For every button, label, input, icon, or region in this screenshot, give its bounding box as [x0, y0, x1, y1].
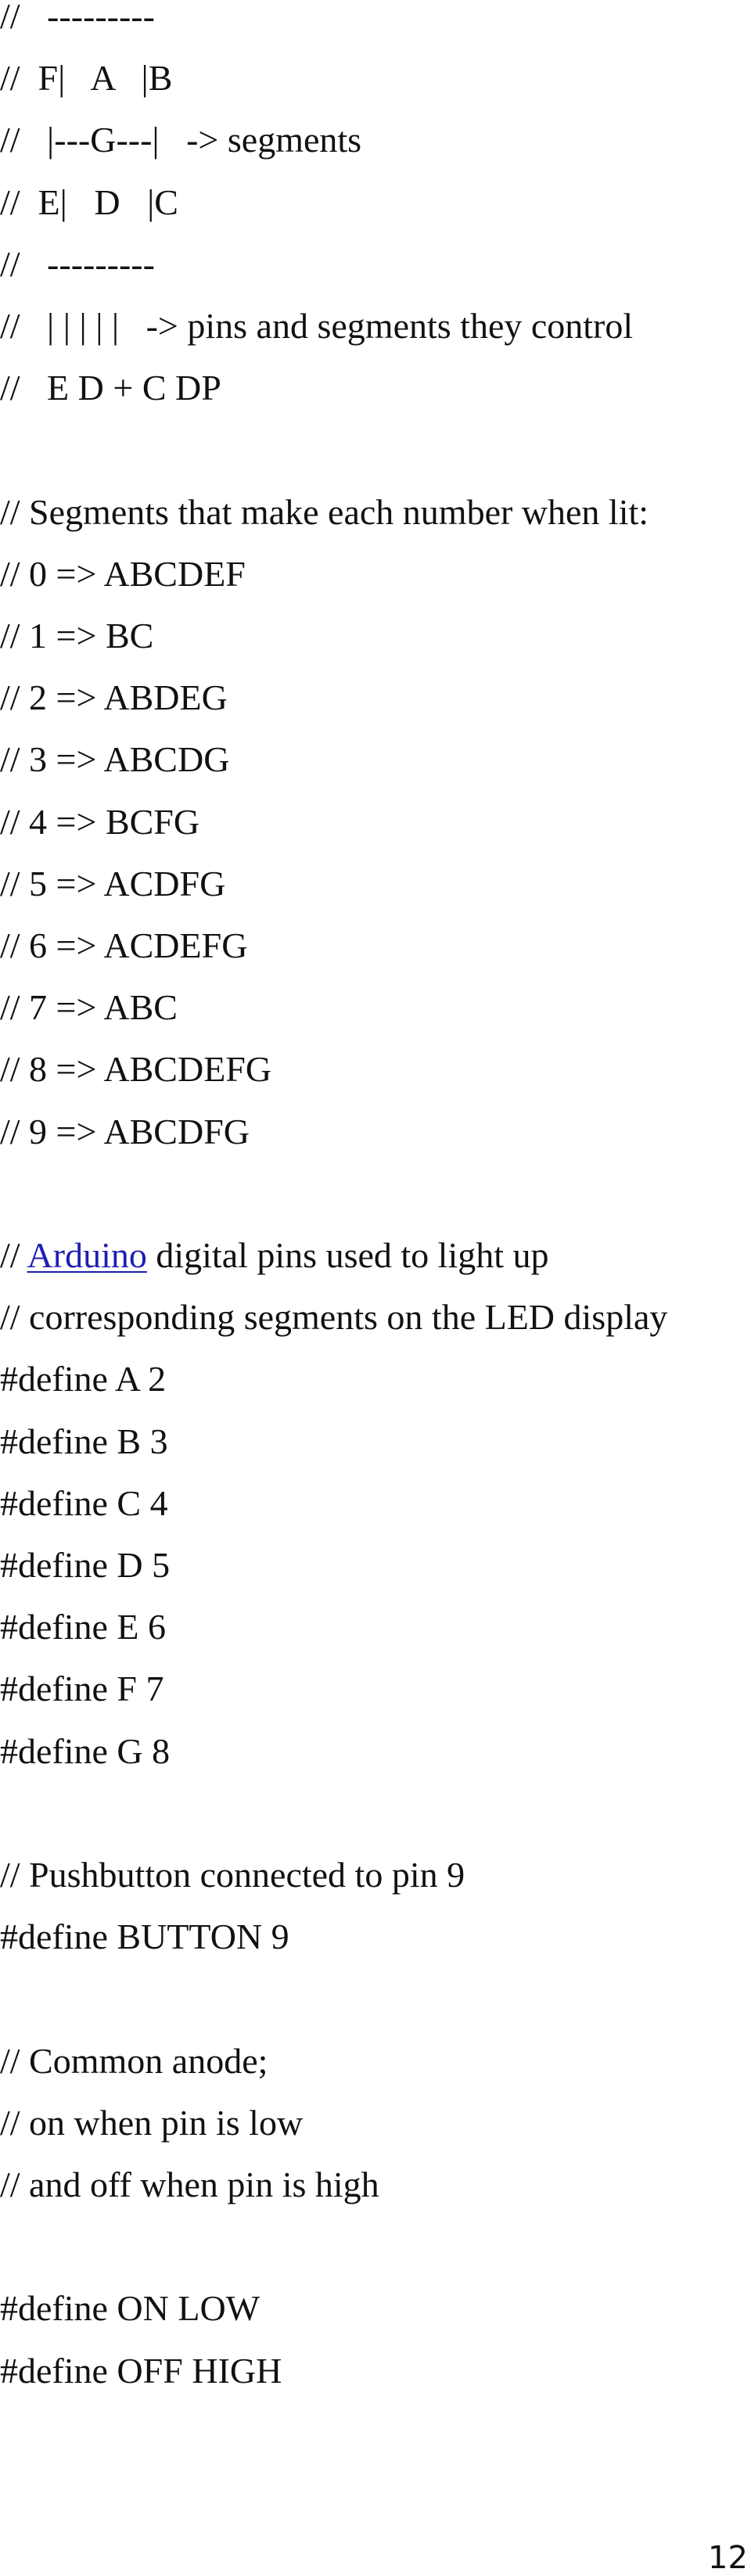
code-text: // E D + C DP	[0, 368, 221, 408]
code-text: // 4 => BCFG	[0, 801, 200, 842]
code-text: #define D 5	[0, 1545, 171, 1585]
code-text: #define G 8	[0, 1730, 171, 1771]
code-line: // 1 => BC	[0, 618, 153, 680]
code-text: // 1 => BC	[0, 616, 154, 656]
code-text: // ---------	[0, 243, 155, 284]
code-text: //	[0, 1235, 27, 1275]
code-text: // and off when pin is high	[0, 2165, 379, 2204]
code-line: // 4 => BCFG	[0, 801, 200, 866]
code-text: // 9 => ABCDFG	[0, 1111, 250, 1151]
code-line: // 8 => ABCDEFG	[0, 1051, 271, 1113]
code-line: // 0 => ABCDEF	[0, 553, 246, 618]
code-line: #define BUTTON 9	[0, 1919, 289, 1981]
code-line: // 2 => ABDEG	[0, 680, 228, 742]
code-text: #define B 3	[0, 1421, 168, 1461]
code-line: #define ON LOW	[0, 2290, 260, 2352]
code-text: // Common anode;	[0, 2040, 268, 2081]
code-line: // E| D |C	[0, 181, 178, 246]
code-line: // F| A |B	[0, 60, 172, 122]
code-text: #define C 4	[0, 1482, 168, 1523]
code-line: // 6 => ACDEFG	[0, 928, 247, 990]
code-line: // on when pin is low	[0, 2102, 304, 2167]
code-text: digital pins used to light up	[146, 1235, 549, 1275]
code-line: // Common anode;	[0, 2040, 268, 2105]
document-page: // --------- // F| A |B // |---G---| -> se…	[0, 0, 751, 2574]
code-text: // Segments that make each number when l…	[0, 491, 649, 532]
code-text: #define F 7	[0, 1669, 164, 1709]
code-text: // 7 => ABC	[0, 987, 178, 1028]
code-line: #define OFF HIGH	[0, 2350, 282, 2415]
code-line: // Segments that make each number when l…	[0, 494, 649, 556]
code-line: #define B 3	[0, 1421, 168, 1486]
code-line: // and off when pin is high	[0, 2167, 379, 2229]
code-text: // 6 => ACDEFG	[0, 925, 248, 965]
code-line: #define D 5	[0, 1547, 170, 1609]
code-text: // 2 => ABDEG	[0, 677, 228, 718]
code-text: // | | | | | -> pins and segments they c…	[0, 306, 634, 346]
arduino-link[interactable]: Arduino	[27, 1235, 147, 1275]
code-line: #define C 4	[0, 1482, 168, 1547]
code-text: // 0 => ABCDEF	[0, 553, 246, 594]
code-line: // corresponding segments on the LED dis…	[0, 1299, 667, 1361]
code-text: // F| A |B	[0, 58, 173, 99]
code-text: #define ON LOW	[0, 2288, 261, 2329]
code-text: // corresponding segments on the LED dis…	[0, 1297, 668, 1338]
code-line: #define A 2	[0, 1361, 166, 1423]
code-line: // Pushbutton connected to pin 9	[0, 1857, 465, 1919]
code-line: #define G 8	[0, 1730, 171, 1795]
code-line: // | | | | | -> pins and segments they c…	[0, 308, 633, 370]
code-text: // 8 => ABCDEFG	[0, 1049, 272, 1090]
code-line: // Arduino digital pins used to light up	[0, 1238, 549, 1299]
code-text: // |---G---| -> segments	[0, 120, 362, 160]
code-line: // 7 => ABC	[0, 990, 178, 1051]
code-text: // on when pin is low	[0, 2102, 304, 2143]
code-text: #define OFF HIGH	[0, 2350, 282, 2391]
code-text: // ---------	[0, 0, 155, 36]
code-text: // Pushbutton connected to pin 9	[0, 1855, 465, 1895]
code-text: #define E 6	[0, 1607, 167, 1647]
code-text: #define BUTTON 9	[0, 1917, 289, 1957]
code-line: // ---------	[0, 0, 155, 60]
code-line: // 3 => ABCDG	[0, 742, 229, 803]
code-line: #define F 7	[0, 1671, 164, 1733]
code-line: // E D + C DP	[0, 370, 221, 432]
code-text: // 5 => ACDFG	[0, 863, 226, 904]
code-text: // E| D |C	[0, 181, 178, 222]
code-line: // 9 => ABCDFG	[0, 1111, 250, 1176]
code-line: #define E 6	[0, 1609, 166, 1671]
code-line: // |---G---| -> segments	[0, 122, 361, 184]
page-number: 12	[708, 2540, 748, 2576]
code-text: // 3 => ABCDG	[0, 739, 230, 780]
code-text: #define A 2	[0, 1359, 167, 1399]
code-line: // ---------	[0, 246, 155, 308]
code-line: // 5 => ACDFG	[0, 863, 226, 928]
